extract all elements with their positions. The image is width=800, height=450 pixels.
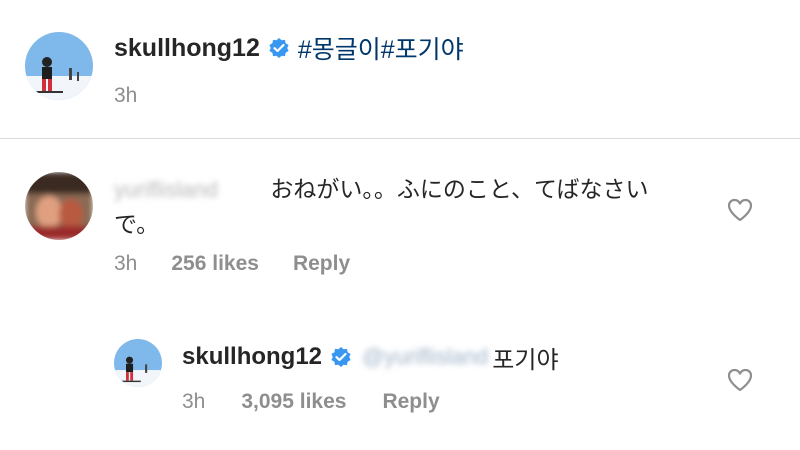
reply-author-avatar[interactable] xyxy=(114,339,162,387)
comment-time: 3h xyxy=(114,252,138,275)
reply-likes[interactable]: 3,095 likes xyxy=(241,390,346,414)
post-username[interactable]: skullhong12 xyxy=(114,34,260,63)
comment-reply-button[interactable]: Reply xyxy=(293,252,350,276)
reply-text: 포기야 xyxy=(492,346,559,374)
post-time: 3h xyxy=(114,84,138,107)
reply-meta: 3h 3,095 likes Reply xyxy=(182,390,440,414)
divider xyxy=(0,138,800,139)
comment-text: おねがい。。ふにのこと、てばなさい xyxy=(270,176,649,202)
heart-outline-icon[interactable] xyxy=(727,368,753,397)
post-author-avatar[interactable] xyxy=(25,32,93,100)
comment-body: yuriflisland おねがい。。ふにのこと、てばなさい で。 xyxy=(114,172,694,241)
comment-line-1: yuriflisland おねがい。。ふにのこと、てばなさい xyxy=(114,172,694,207)
reply-reply-button[interactable]: Reply xyxy=(382,390,439,414)
comment-meta: 3h 256 likes Reply xyxy=(114,252,350,276)
verified-badge-icon xyxy=(330,346,352,368)
reply-username[interactable]: skullhong12 xyxy=(182,343,322,371)
verified-badge-icon xyxy=(268,37,290,59)
post-header-line: skullhong12 #몽글이#포기야 xyxy=(114,30,464,66)
comment-text-continued: で。 xyxy=(114,211,160,237)
heart-outline-icon[interactable] xyxy=(727,198,753,227)
reply-mention[interactable]: @yuriflisland xyxy=(362,344,488,370)
commenter-avatar[interactable] xyxy=(25,172,93,240)
post-caption-hashtags[interactable]: #몽글이#포기야 xyxy=(298,30,464,66)
reply-line: skullhong12 @yuriflisland 포기야 xyxy=(182,340,559,374)
reply-time: 3h xyxy=(182,390,206,413)
commenter-username[interactable]: yuriflisland xyxy=(114,173,264,207)
comment-likes[interactable]: 256 likes xyxy=(171,252,259,276)
